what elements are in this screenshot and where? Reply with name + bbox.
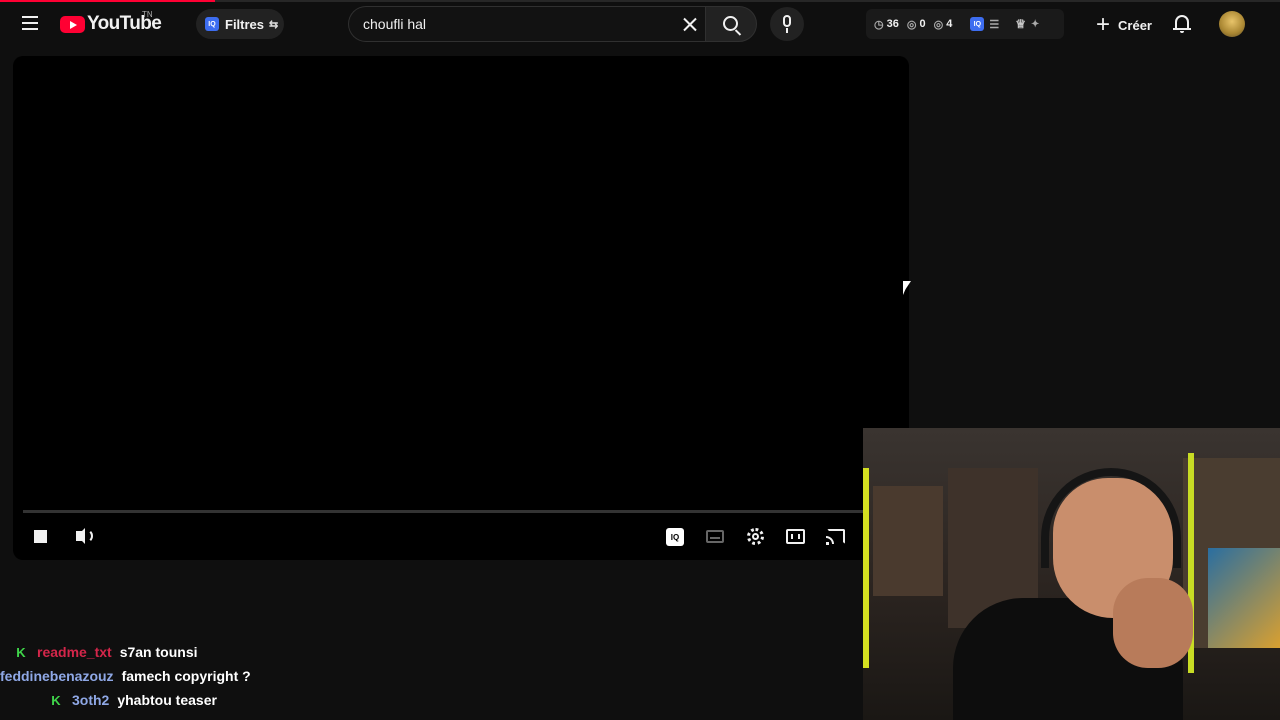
iq-icon[interactable]: IQ [970, 17, 985, 31]
avatar[interactable] [1219, 11, 1245, 37]
kick-badge-icon: K [51, 692, 61, 708]
sparkle-icon[interactable]: ✦ [1031, 19, 1039, 30]
tune-icon: ⇆ [269, 18, 279, 31]
iq-icon: IQ [205, 17, 219, 31]
stop-icon[interactable] [31, 526, 55, 548]
chat-text: yhabtou teaser [117, 692, 217, 708]
country-code: TN [142, 10, 153, 19]
stat-watch-later: ◷ 36 [874, 18, 899, 31]
youtube-logo[interactable]: YouTube TN [60, 10, 162, 36]
hamburger-icon[interactable] [18, 12, 42, 36]
gear-icon[interactable] [744, 526, 768, 548]
list-icon[interactable]: ☰ [989, 18, 999, 31]
miniplayer-icon[interactable] [784, 526, 808, 548]
stat-watch-later-value: 36 [886, 18, 899, 30]
video-progress-bar[interactable] [23, 510, 899, 513]
chat-text: famech copyright ? [121, 668, 251, 684]
stat-views-b-value: 4 [946, 18, 953, 30]
chat-message: K 3oth2 yhabtou teaser [0, 688, 400, 712]
iq-player-button[interactable]: IQ [664, 526, 688, 548]
plus-icon: + [1096, 11, 1111, 38]
chat-message: K readme_txt s7an tounsi [0, 640, 400, 664]
extension-stats-bar[interactable]: ◷ 36 ◎ 0 ◎ 4 IQ ☰ ♕ ✦ [866, 9, 1064, 39]
stream-chat-overlay: K readme_txt s7an tounsi feddinebenazouz… [0, 640, 400, 712]
cast-icon[interactable] [824, 526, 848, 548]
streamer-webcam [863, 428, 1280, 720]
chat-message: feddinebenazouz famech copyright ? [0, 664, 400, 688]
iq-icon: IQ [666, 528, 684, 546]
mouse-cursor [903, 281, 915, 295]
filters-label: Filtres [225, 16, 265, 32]
stat-views-a-value: 0 [919, 18, 926, 30]
filters-button[interactable]: IQ Filtres ⇆ [196, 9, 284, 39]
create-button[interactable]: + Créer [1086, 7, 1158, 43]
stat-views-b: ◎ 4 [934, 18, 953, 31]
eye-icon: ◎ [933, 18, 944, 31]
search-input[interactable] [363, 16, 663, 32]
volume-icon[interactable] [71, 526, 95, 548]
chat-username: feddinebenazouz [0, 668, 114, 684]
chat-username: 3oth2 [72, 692, 110, 708]
create-label: Créer [1118, 17, 1152, 33]
subtitles-icon[interactable] [704, 526, 728, 548]
stat-views-a: ◎ 0 [907, 18, 926, 31]
search-button[interactable] [705, 6, 757, 42]
chat-text: s7an tounsi [119, 644, 198, 660]
voice-search-button[interactable] [770, 7, 804, 41]
video-player[interactable]: IQ [13, 56, 909, 560]
trophy-icon[interactable]: ♕ [1015, 17, 1026, 31]
search-field[interactable] [348, 6, 706, 42]
chat-username: readme_txt [37, 644, 112, 660]
close-icon[interactable] [680, 15, 700, 35]
youtube-play-icon [60, 15, 85, 33]
clock-icon: ◷ [874, 18, 884, 31]
kick-badge-icon: K [16, 644, 26, 660]
masthead: YouTube TN IQ Filtres ⇆ ◷ 36 ◎ 0 ◎ 4 IQ … [0, 2, 1280, 46]
eye-icon: ◎ [906, 18, 917, 31]
mic-icon [783, 15, 791, 27]
bell-icon[interactable] [1172, 14, 1192, 34]
